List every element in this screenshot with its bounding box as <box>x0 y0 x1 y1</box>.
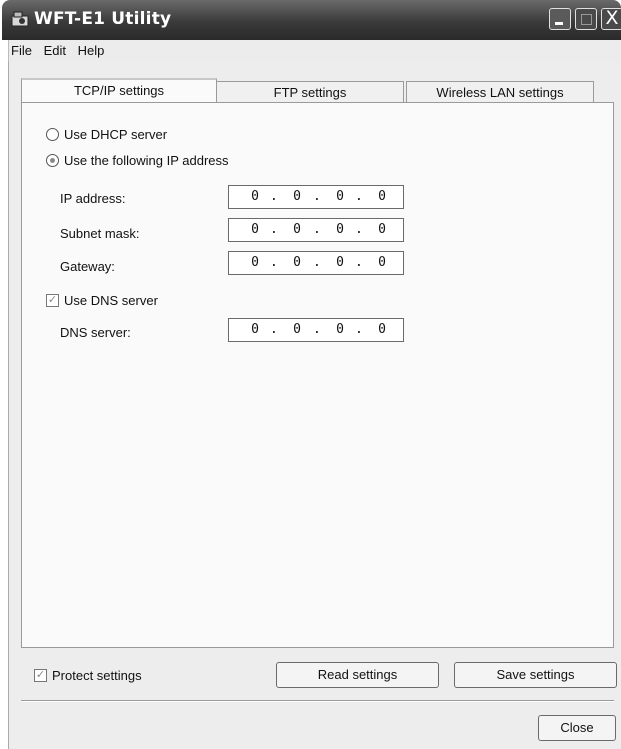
ip-octet-3: 0 <box>336 189 344 204</box>
menu-help[interactable]: Help <box>74 40 109 58</box>
protect-settings-checkbox[interactable]: ✓ <box>34 669 47 682</box>
tab-tcpip[interactable]: TCP/IP settings <box>21 78 217 102</box>
dns-octet-1: 0 <box>251 322 259 337</box>
ip-dot: . <box>270 189 278 204</box>
use-dns-option[interactable]: ✓ Use DNS server <box>46 293 158 308</box>
subnet-octet-2: 0 <box>293 222 301 237</box>
close-button[interactable]: Close <box>538 715 616 741</box>
ip-dot: . <box>270 222 278 237</box>
minimize-icon[interactable] <box>549 8 571 30</box>
subnet-octet-1: 0 <box>251 222 259 237</box>
dns-octet-3: 0 <box>336 322 344 337</box>
gateway-field[interactable]: 0 . 0 . 0 . 0 <box>228 251 404 275</box>
use-dns-checkbox[interactable]: ✓ <box>46 294 59 307</box>
tab-panel <box>21 102 614 648</box>
ip-dot: . <box>355 189 363 204</box>
static-ip-radio[interactable] <box>46 154 59 167</box>
gateway-label: Gateway: <box>60 259 115 274</box>
ip-dot: . <box>270 322 278 337</box>
maximize-icon[interactable] <box>575 8 597 30</box>
ip-dot: . <box>355 255 363 270</box>
menu-bar: File Edit Help <box>8 40 621 62</box>
subnet-mask-label: Subnet mask: <box>60 226 140 241</box>
save-settings-button[interactable]: Save settings <box>454 662 617 688</box>
close-icon[interactable]: X <box>601 8 621 30</box>
tab-ftp[interactable]: FTP settings <box>216 81 404 103</box>
dhcp-radio-option[interactable]: Use DHCP server <box>46 127 167 142</box>
read-settings-button[interactable]: Read settings <box>276 662 439 688</box>
window-title: WFT-E1 Utility <box>34 9 172 29</box>
dhcp-label: Use DHCP server <box>64 127 168 142</box>
dhcp-radio[interactable] <box>46 128 59 141</box>
ip-octet-4: 0 <box>378 189 386 204</box>
subnet-octet-3: 0 <box>336 222 344 237</box>
static-ip-radio-option[interactable]: Use the following IP address <box>46 153 229 168</box>
protect-settings-option[interactable]: ✓ Protect settings <box>34 668 142 683</box>
menu-edit[interactable]: Edit <box>40 40 70 58</box>
ip-octet-1: 0 <box>251 189 259 204</box>
gateway-octet-1: 0 <box>251 255 259 270</box>
ip-address-field[interactable]: 0 . 0 . 0 . 0 <box>228 185 404 209</box>
divider-highlight <box>21 701 614 702</box>
title-bar[interactable]: WFT-E1 Utility X <box>2 0 621 40</box>
dns-server-field[interactable]: 0 . 0 . 0 . 0 <box>228 318 404 342</box>
ip-dot: . <box>355 222 363 237</box>
ip-dot: . <box>355 322 363 337</box>
gateway-octet-3: 0 <box>336 255 344 270</box>
dns-octet-2: 0 <box>293 322 301 337</box>
dns-server-label: DNS server: <box>60 325 131 340</box>
gateway-octet-4: 0 <box>378 255 386 270</box>
static-ip-label: Use the following IP address <box>64 153 229 168</box>
subnet-mask-field[interactable]: 0 . 0 . 0 . 0 <box>228 218 404 242</box>
use-dns-label: Use DNS server <box>64 293 158 308</box>
protect-settings-label: Protect settings <box>52 668 142 683</box>
ip-dot: . <box>313 255 321 270</box>
gateway-octet-2: 0 <box>293 255 301 270</box>
ip-octet-2: 0 <box>293 189 301 204</box>
dns-octet-4: 0 <box>378 322 386 337</box>
ip-dot: . <box>313 222 321 237</box>
ip-dot: . <box>270 255 278 270</box>
ip-dot: . <box>313 322 321 337</box>
app-icon <box>11 11 29 27</box>
subnet-octet-4: 0 <box>378 222 386 237</box>
ip-address-label: IP address: <box>60 191 126 206</box>
tab-wireless-lan[interactable]: Wireless LAN settings <box>406 81 594 103</box>
menu-file[interactable]: File <box>9 40 36 58</box>
ip-dot: . <box>313 189 321 204</box>
